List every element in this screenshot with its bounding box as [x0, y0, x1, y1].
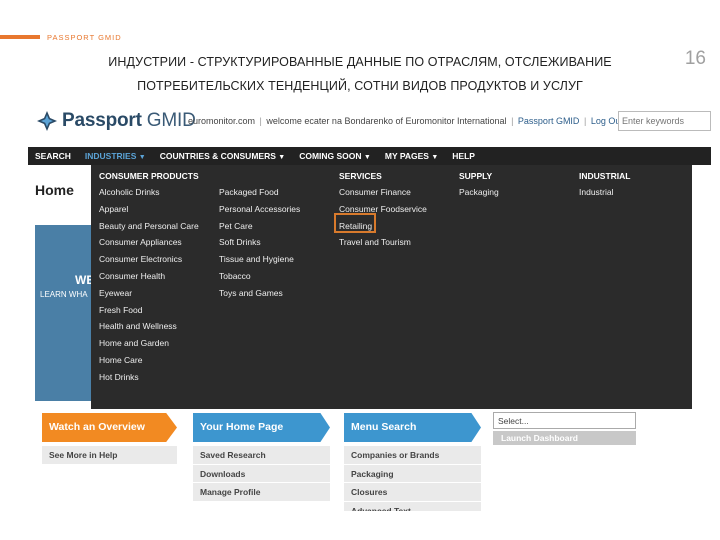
menu-search-links: Companies or Brands Packaging Closures Adva…: [344, 446, 481, 511]
keyword-search-input[interactable]: [618, 111, 711, 131]
nav-my-pages-label: MY PAGES: [384, 151, 429, 161]
menu-item-industrial[interactable]: Industrial: [579, 187, 630, 197]
menu-search-button[interactable]: Menu Search: [344, 413, 481, 442]
link-downloads[interactable]: Downloads: [193, 465, 330, 483]
link-see-more-in-help[interactable]: See More in Help: [42, 446, 177, 465]
nav-coming-soon[interactable]: COMING SOON ▼: [292, 147, 378, 165]
industrial-column: INDUSTRIAL Industrial: [579, 171, 630, 204]
chevron-down-icon: ▼: [138, 154, 146, 161]
menu-item-beauty-and-personal-care[interactable]: Beauty and Personal Care: [99, 221, 199, 231]
passport-logo[interactable]: Passport GMID: [36, 110, 196, 132]
watch-overview-button[interactable]: Watch an Overview: [42, 413, 177, 442]
supply-list: Packaging: [459, 187, 499, 197]
menu-item-consumer-health[interactable]: Consumer Health: [99, 271, 199, 281]
product-link[interactable]: Passport GMID: [518, 116, 580, 126]
menu-heading-supply: SUPPLY: [459, 171, 493, 181]
chevron-down-icon: ▼: [431, 154, 439, 161]
industrial-list: Industrial: [579, 187, 630, 197]
site-link[interactable]: euromonitor.com: [188, 116, 255, 126]
chevron-down-icon: ▼: [363, 154, 371, 161]
link-manage-profile[interactable]: Manage Profile: [193, 483, 330, 502]
menu-item-soft-drinks[interactable]: Soft Drinks: [219, 237, 300, 247]
menu-item-consumer-electronics[interactable]: Consumer Electronics: [99, 254, 199, 264]
slide-title: ИНДУСТРИИ - СТРУКТУРИРОВАННЫЕ ДАННЫЕ ПО …: [108, 55, 612, 93]
dashboard-select[interactable]: Select...: [493, 412, 636, 429]
menu-item-tissue-and-hygiene[interactable]: Tissue and Hygiene: [219, 254, 300, 264]
nav-search[interactable]: SEARCH: [28, 147, 78, 165]
menu-item-travel-and-tourism[interactable]: Travel and Tourism: [339, 237, 427, 247]
consumer-products-list-2: Packaged Food Personal Accessories Pet Car…: [219, 187, 300, 298]
passport-screenshot: Passport GMID euromonitor.com | welcome …: [28, 101, 711, 511]
menu-item-home-care[interactable]: Home Care: [99, 355, 199, 365]
nav-industries-label: INDUSTRIES: [84, 151, 137, 161]
link-companies-or-brands[interactable]: Companies or Brands: [344, 446, 481, 465]
menu-item-fresh-food[interactable]: Fresh Food: [99, 305, 199, 315]
page-number: 16: [684, 48, 706, 69]
menu-item-health-and-wellness[interactable]: Health and Wellness: [99, 321, 199, 331]
help-links: See More in Help: [42, 446, 177, 465]
menu-heading-consumer-products: CONSUMER PRODUCTS: [99, 171, 199, 181]
menu-item-toys-and-games[interactable]: Toys and Games: [219, 288, 300, 298]
industries-dropdown: CONSUMER PRODUCTS Alcoholic Drinks Appare…: [91, 165, 692, 409]
hero-subtext: LEARN WHA: [40, 290, 88, 299]
link-advanced-text[interactable]: Advanced Text: [344, 502, 481, 512]
nav-countries-label: COUNTRIES & CONSUMERS: [159, 151, 276, 161]
account-bar: euromonitor.com | welcome ecater na Bond…: [188, 116, 623, 126]
page-title: Home: [35, 182, 74, 198]
nav-industries[interactable]: INDUSTRIES ▼: [78, 147, 153, 165]
consumer-products-column-2: Packaged Food Personal Accessories Pet Car…: [219, 187, 300, 305]
menu-item-home-and-garden[interactable]: Home and Garden: [99, 338, 199, 348]
menu-item-consumer-appliances[interactable]: Consumer Appliances: [99, 237, 199, 247]
consumer-products-column: CONSUMER PRODUCTS Alcoholic Drinks Appare…: [99, 171, 199, 389]
chevron-down-icon: ▼: [278, 154, 286, 161]
menu-item-eyewear[interactable]: Eyewear: [99, 288, 199, 298]
supply-column: SUPPLY Packaging: [459, 171, 499, 204]
link-saved-research[interactable]: Saved Research: [193, 446, 330, 465]
accent-bar: [0, 35, 40, 39]
separator: |: [511, 116, 514, 126]
brand-header: Passport GMID euromonitor.com | welcome …: [28, 101, 711, 141]
link-packaging[interactable]: Packaging: [344, 465, 481, 483]
separator: |: [259, 116, 262, 126]
your-home-page-button[interactable]: Your Home Page: [193, 413, 330, 442]
retailing-highlight-box: [334, 213, 376, 233]
menu-item-pet-care[interactable]: Pet Care: [219, 221, 300, 231]
nav-help[interactable]: HELP: [445, 147, 482, 165]
nav-coming-soon-label: COMING SOON: [299, 151, 362, 161]
nav-countries[interactable]: COUNTRIES & CONSUMERS ▼: [153, 147, 293, 165]
welcome-text: welcome ecater na Bondarenko of Euromoni…: [266, 116, 507, 126]
logo-bold: Passport: [62, 110, 142, 131]
link-closures[interactable]: Closures: [344, 483, 481, 502]
logo-text: Passport GMID: [62, 110, 196, 132]
menu-item-packaging[interactable]: Packaging: [459, 187, 499, 197]
launch-dashboard-button[interactable]: Launch Dashboard: [493, 431, 636, 445]
nav-my-pages[interactable]: MY PAGES ▼: [378, 147, 445, 165]
home-page-links: Saved Research Downloads Manage Profile: [193, 446, 330, 502]
menu-item-tobacco[interactable]: Tobacco: [219, 271, 300, 281]
menu-heading-industrial: INDUSTRIAL: [579, 171, 631, 181]
menu-item-apparel[interactable]: Apparel: [99, 204, 199, 214]
menu-item-consumer-finance[interactable]: Consumer Finance: [339, 187, 427, 197]
slide-label: PASSPORT GMID: [47, 33, 122, 42]
separator: |: [583, 116, 587, 126]
passport-logo-icon: [37, 111, 57, 131]
menu-item-personal-accessories[interactable]: Personal Accessories: [219, 204, 300, 214]
menu-item-alcoholic-drinks[interactable]: Alcoholic Drinks: [99, 187, 199, 197]
menu-heading-services: SERVICES: [339, 171, 382, 181]
main-nav: SEARCH INDUSTRIES ▼ COUNTRIES & CONSUMER…: [28, 147, 711, 165]
menu-item-packaged-food[interactable]: Packaged Food: [219, 187, 300, 197]
consumer-products-list: Alcoholic Drinks Apparel Beauty and Person…: [99, 187, 199, 382]
menu-item-hot-drinks[interactable]: Hot Drinks: [99, 372, 199, 382]
